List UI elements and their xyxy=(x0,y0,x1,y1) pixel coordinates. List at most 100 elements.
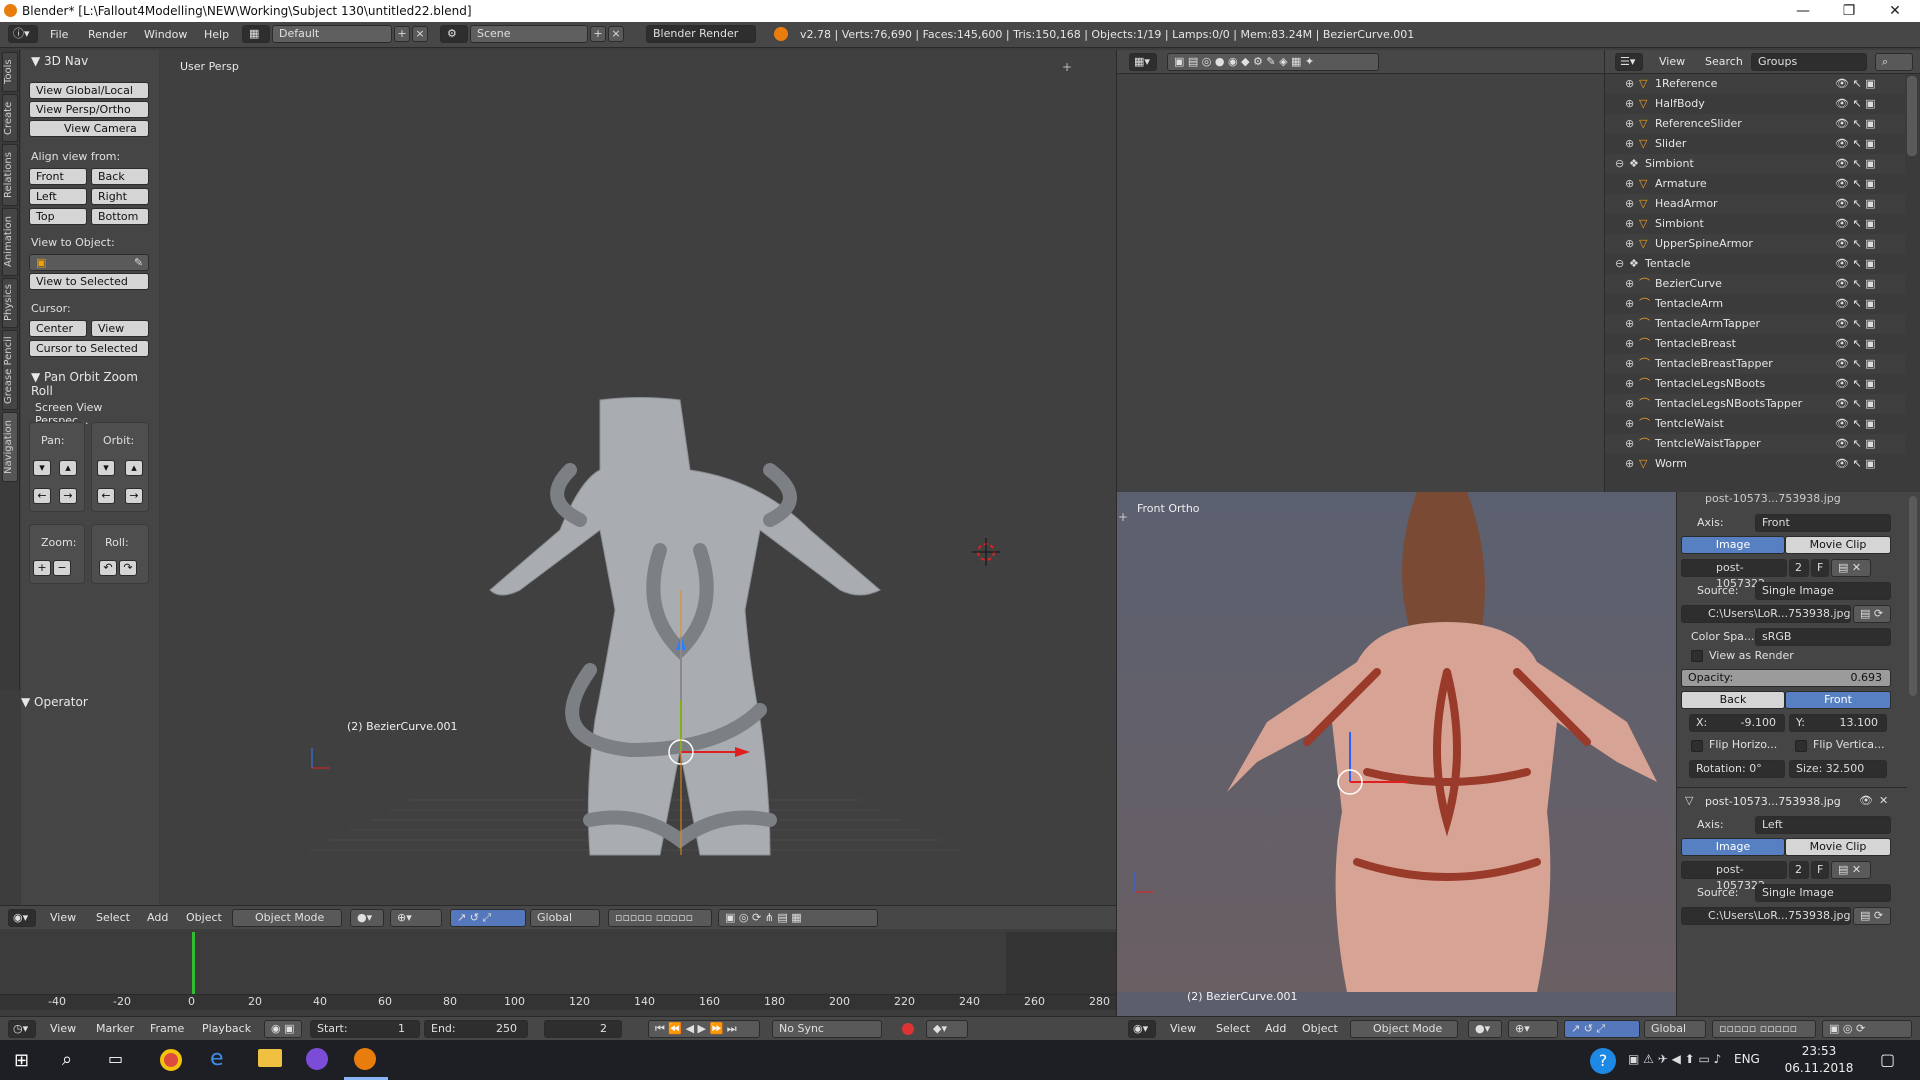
viewport-menu-view[interactable]: View xyxy=(50,911,76,924)
filepath-buttons-2[interactable]: ▤ ⟳ xyxy=(1853,907,1891,925)
offset-x-field[interactable]: X: -9.100 xyxy=(1689,714,1785,732)
orientation-dropdown[interactable]: Global xyxy=(530,909,600,927)
shading-dropdown[interactable]: ●▾ xyxy=(350,909,384,927)
expand-toggle-icon[interactable]: ⊕ xyxy=(1625,194,1634,214)
bgpanel-scrollbar[interactable] xyxy=(1909,496,1917,696)
expand-toggle-icon[interactable]: ⊕ xyxy=(1625,374,1634,394)
expand-toggle-icon[interactable]: ⊕ xyxy=(1625,114,1634,134)
visibility-controls[interactable]: 👁 ↖ ▣ xyxy=(1835,74,1876,94)
outliner-item-name[interactable]: 1Reference xyxy=(1655,74,1717,94)
image-datablock-2[interactable]: post-1057322... xyxy=(1681,861,1787,892)
ref-orientation-dropdown[interactable]: Global xyxy=(1644,1020,1706,1038)
colorspace-dropdown[interactable]: sRGB xyxy=(1755,628,1891,646)
source-dropdown-2[interactable]: Single Image xyxy=(1755,884,1891,902)
outliner-item-name[interactable]: TentacleBreastTapper xyxy=(1655,354,1773,374)
expand-toggle-icon[interactable]: ⊕ xyxy=(1625,234,1634,254)
zoom-in-icon[interactable]: + xyxy=(33,560,51,576)
outliner-row[interactable]: ⊕ ▽ 1Reference 👁 ↖ ▣ xyxy=(1605,74,1905,94)
eyedropper-icon[interactable]: ✎ xyxy=(134,255,143,270)
expand-toggle-icon[interactable]: ⊕ xyxy=(1625,334,1634,354)
opacity-slider[interactable]: Opacity: 0.693 xyxy=(1681,669,1891,687)
outliner-item-name[interactable]: HalfBody xyxy=(1655,94,1705,114)
visibility-controls[interactable]: 👁 ↖ ▣ xyxy=(1835,274,1876,294)
ref-snapping-tools[interactable]: ▣ ◎ ⟳ xyxy=(1822,1020,1912,1038)
properties-editor[interactable]: ▦▾ ▣ ▤ ◎ ● ◉ ◆ ⚙ ✎ ◈ ▦ ✦ xyxy=(1116,50,1605,492)
outliner-row[interactable]: ⊕ ▽ HeadArmor 👁 ↖ ▣ xyxy=(1605,194,1905,214)
right-view-button[interactable]: Right xyxy=(91,188,149,205)
visibility-controls[interactable]: 👁 ↖ ▣ xyxy=(1835,154,1876,174)
viewport-menu-select[interactable]: Select xyxy=(96,911,130,924)
flip-horizontal-checkbox[interactable] xyxy=(1691,740,1703,752)
view-as-render-checkbox[interactable] xyxy=(1691,650,1703,662)
filepath-buttons-1[interactable]: ▤ ⟳ xyxy=(1853,605,1891,623)
back-view-button[interactable]: Back xyxy=(91,168,149,185)
start-frame-field[interactable]: Start: 1 xyxy=(310,1020,420,1038)
visibility-controls[interactable]: 👁 ↖ ▣ xyxy=(1835,114,1876,134)
top-view-button[interactable]: Top xyxy=(29,208,87,225)
visibility-controls[interactable]: 👁 ↖ ▣ xyxy=(1835,374,1876,394)
current-frame-field[interactable]: 2 xyxy=(544,1020,622,1038)
pivot-dropdown[interactable]: ⊕▾ xyxy=(390,909,442,927)
record-icon[interactable] xyxy=(902,1023,914,1035)
fake-user-2[interactable]: F xyxy=(1811,861,1829,879)
visibility-controls[interactable]: 👁 ↖ ▣ xyxy=(1835,234,1876,254)
edge-icon[interactable]: e xyxy=(210,1046,224,1071)
expand-toggle-icon[interactable]: ⊕ xyxy=(1625,134,1634,154)
outliner-item-name[interactable]: TentacleBreast xyxy=(1655,334,1736,354)
clock-date[interactable]: 06.11.2018 xyxy=(1784,1061,1854,1075)
language-indicator[interactable]: ENG xyxy=(1734,1052,1760,1066)
mode-dropdown[interactable]: Object Mode xyxy=(232,909,342,927)
outliner-item-name[interactable]: Simbiont xyxy=(1645,154,1694,174)
outliner-item-name[interactable]: Armature xyxy=(1655,174,1707,194)
task-view-icon[interactable]: ▭ xyxy=(108,1049,123,1068)
visibility-controls[interactable]: 👁 ↖ ▣ xyxy=(1835,254,1876,274)
menu-help[interactable]: Help xyxy=(204,28,229,41)
outliner-item-name[interactable]: Worm xyxy=(1655,454,1687,474)
expand-toggle-icon[interactable]: ⊕ xyxy=(1625,414,1634,434)
expand-toggle-icon[interactable]: ⊕ xyxy=(1625,454,1634,474)
outliner-item-name[interactable]: Simbiont xyxy=(1655,214,1704,234)
outliner-item-name[interactable]: TentcleWaist xyxy=(1655,414,1724,434)
tray-icons[interactable]: ▣ ⚠ ✈ ◀ ⬆ ▭ ♪ xyxy=(1628,1052,1721,1066)
filepath-field-1[interactable]: C:\Users\LoR...753938.jpg xyxy=(1681,605,1851,623)
ref-menu-object[interactable]: Object xyxy=(1302,1022,1338,1035)
roll-left-icon[interactable]: ↶ xyxy=(99,560,117,576)
ref-layer-buttons[interactable]: ▫▫▫▫▫ ▫▫▫▫▫ xyxy=(1712,1020,1816,1038)
end-frame-field[interactable]: End: 250 xyxy=(424,1020,528,1038)
offset-y-field[interactable]: Y: 13.100 xyxy=(1789,714,1887,732)
axis-dropdown-1[interactable]: Front xyxy=(1755,514,1891,532)
preview-range-toggle[interactable]: ◉ ▣ xyxy=(264,1020,302,1038)
visibility-controls[interactable]: 👁 ↖ ▣ xyxy=(1835,434,1876,454)
ref-plus-icon[interactable]: + xyxy=(1118,510,1128,524)
editor-type-3d-icon[interactable]: ◉▾ xyxy=(8,909,36,927)
orbit-left-icon[interactable]: ← xyxy=(97,488,115,504)
outliner-row[interactable]: ⊕ ⌒ TentcleWaistTapper 👁 ↖ ▣ xyxy=(1605,434,1905,454)
tab-animation[interactable]: Animation xyxy=(2,208,18,276)
notifications-icon[interactable]: ▢ xyxy=(1880,1050,1895,1069)
outliner-scrollbar[interactable] xyxy=(1907,76,1917,156)
tab-physics[interactable]: Physics xyxy=(2,278,18,328)
playback-controls[interactable]: ⏮ ⏪ ◀ ▶ ⏩ ⏭ xyxy=(648,1020,760,1038)
outliner-row[interactable]: ⊖ ❖ Simbiont 👁 ↖ ▣ xyxy=(1605,154,1905,174)
orbit-up-icon[interactable]: ▴ xyxy=(125,460,143,476)
editor-type-outliner-icon[interactable]: ☰▾ xyxy=(1615,53,1643,71)
expand-toggle-icon[interactable]: ⊕ xyxy=(1625,214,1634,234)
add-screen-button[interactable]: + xyxy=(394,26,410,42)
snapping-tools[interactable]: ▣ ◎ ⟳ ⋔ ▤ ▦ xyxy=(718,909,878,927)
bg2-visibility-icon[interactable]: 👁 xyxy=(1859,794,1873,807)
chrome-icon[interactable] xyxy=(160,1049,182,1071)
cursor-view-button[interactable]: View xyxy=(91,320,149,337)
outliner-row[interactable]: ⊕ ▽ Slider 👁 ↖ ▣ xyxy=(1605,134,1905,154)
outliner-row[interactable]: ⊕ ⌒ TentcleWaist 👁 ↖ ▣ xyxy=(1605,414,1905,434)
outliner-item-name[interactable]: TentacleLegsNBootsTapper xyxy=(1655,394,1802,414)
image-tab-2[interactable]: Image xyxy=(1681,838,1785,856)
expand-toggle-icon[interactable]: ⊕ xyxy=(1625,394,1634,414)
panel-pan-orbit-header[interactable]: ▼ Pan Orbit Zoom Roll xyxy=(31,370,159,398)
tab-create[interactable]: Create xyxy=(2,94,18,142)
front-toggle[interactable]: Front xyxy=(1785,691,1891,709)
outliner-row[interactable]: ⊕ ⌒ TentacleArm 👁 ↖ ▣ xyxy=(1605,294,1905,314)
scene-icon[interactable]: ⚙ xyxy=(440,25,468,43)
viewport-front-ortho[interactable]: Front Ortho (2) BezierCurve.001 + xyxy=(1116,492,1676,1016)
left-view-button[interactable]: Left xyxy=(29,188,87,205)
image-users-2[interactable]: 2 xyxy=(1789,861,1809,879)
